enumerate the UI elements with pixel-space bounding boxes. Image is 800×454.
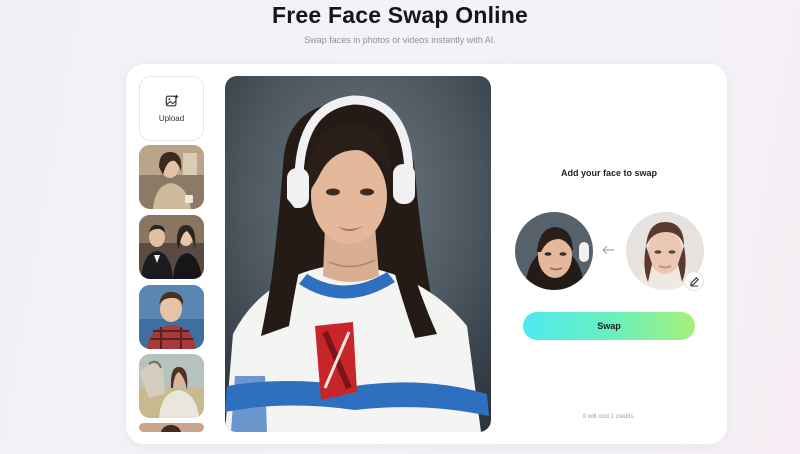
arrow-left-icon <box>602 245 614 255</box>
thumbnail-young-man-plaid[interactable] <box>139 285 204 349</box>
add-face-heading: Add your face to swap <box>560 168 658 178</box>
edit-face-button[interactable] <box>684 271 704 291</box>
source-face-preview <box>515 212 593 290</box>
swap-button[interactable]: Swap <box>523 312 695 340</box>
credits-note: It will cost 1 credits. <box>582 414 635 420</box>
pencil-icon <box>689 276 699 287</box>
page-title: Free Face Swap Online <box>271 2 528 28</box>
page-subtitle: Swap faces in photos or videos instantly… <box>304 35 496 45</box>
upload-button[interactable]: Upload <box>139 76 204 141</box>
thumbnail-woman-with-horse[interactable] <box>139 354 204 418</box>
target-photo <box>225 76 491 432</box>
thumbnail-woman-cafe[interactable] <box>139 145 204 209</box>
image-add-icon <box>165 94 178 107</box>
thumbnail-couple-formal[interactable] <box>139 215 204 279</box>
upload-label: Upload <box>158 114 185 123</box>
thumbnail-partial[interactable] <box>139 423 204 432</box>
